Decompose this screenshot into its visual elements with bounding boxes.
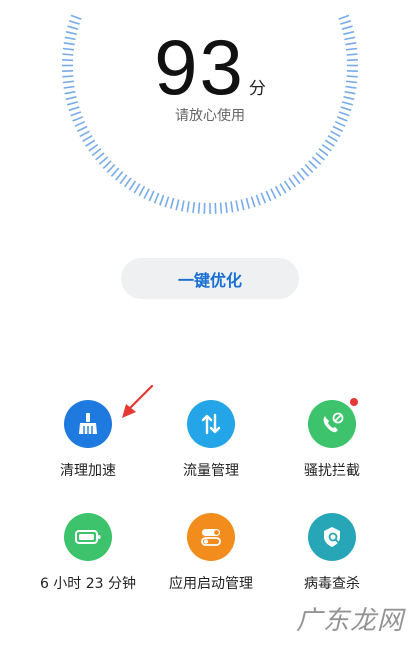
ring-tick xyxy=(274,185,282,197)
ring-tick xyxy=(88,143,99,152)
ring-tick xyxy=(148,190,155,202)
ring-tick xyxy=(235,200,239,212)
ring-tick xyxy=(119,174,128,185)
ring-tick xyxy=(164,196,170,208)
ring-tick xyxy=(327,135,338,142)
ring-tick xyxy=(82,135,93,142)
ring-tick xyxy=(95,152,105,161)
ring-tick xyxy=(296,171,305,181)
ring-tick xyxy=(240,199,245,211)
ring-tick xyxy=(79,130,90,138)
ring-tick xyxy=(159,194,165,206)
ring-tick xyxy=(279,183,287,194)
ring-tick xyxy=(76,125,88,133)
ring-tick xyxy=(124,177,132,188)
tool-battery[interactable]: 6 小时 23 分钟 xyxy=(18,513,158,593)
ring-tick xyxy=(110,167,120,177)
tool-virus-scan[interactable]: 病毒查杀 xyxy=(262,513,402,593)
ring-tick xyxy=(91,148,102,157)
ring-tick xyxy=(106,163,116,174)
score-status: 请放心使用 xyxy=(175,108,245,124)
score-unit: 分 xyxy=(248,79,266,99)
ring-tick xyxy=(250,196,256,208)
battery-icon xyxy=(64,513,112,561)
ring-tick xyxy=(300,167,310,177)
ring-tick xyxy=(138,185,146,197)
ring-tick xyxy=(265,190,272,202)
red-arrow-icon xyxy=(122,384,154,418)
ring-tick xyxy=(308,160,318,169)
ring-tick xyxy=(133,183,141,194)
ring-tick xyxy=(260,192,267,204)
ring-tick xyxy=(197,202,201,214)
ring-tick xyxy=(169,197,175,209)
tool-harassment-block[interactable]: 骚扰拦截 xyxy=(262,398,402,480)
tool-data-management[interactable]: 流量管理 xyxy=(141,400,281,480)
tool-label: 清理加速 xyxy=(60,463,116,479)
ring-tick xyxy=(330,130,341,138)
ring-tick xyxy=(332,125,344,133)
ring-tick xyxy=(338,14,350,20)
ring-tick xyxy=(224,202,228,214)
data-arrows-icon xyxy=(187,400,235,448)
ring-tick xyxy=(292,174,301,185)
ring-tick xyxy=(219,202,223,214)
ring-tick xyxy=(304,163,314,174)
ring-tick xyxy=(186,201,190,213)
ring-tick xyxy=(288,177,296,188)
tool-label: 病毒查杀 xyxy=(304,576,360,592)
ring-tick xyxy=(318,148,329,157)
ring-tick xyxy=(324,139,335,147)
ring-tick xyxy=(153,192,160,204)
ring-tick xyxy=(98,156,109,165)
ring-tick xyxy=(181,200,185,212)
tool-label: 6 小时 23 分钟 xyxy=(39,576,137,592)
optimize-button[interactable]: 一键优化 xyxy=(121,258,299,299)
tool-label: 骚扰拦截 xyxy=(304,463,360,479)
tool-label: 流量管理 xyxy=(183,463,239,479)
broom-icon xyxy=(64,400,112,448)
ring-tick xyxy=(321,143,332,152)
ring-tick xyxy=(115,171,124,181)
watermark: 广东龙网 xyxy=(295,606,404,636)
ring-tick xyxy=(315,152,325,161)
score-value: 93 xyxy=(154,23,245,111)
ring-tick xyxy=(255,194,261,206)
score-display: 93 分 xyxy=(0,22,420,113)
ring-tick xyxy=(175,199,180,211)
ring-tick xyxy=(245,197,251,209)
virus-scan-icon xyxy=(308,513,356,561)
ring-tick xyxy=(192,202,196,214)
ring-tick xyxy=(143,188,150,199)
app-launch-toggle-icon xyxy=(187,513,235,561)
tool-app-launch-management[interactable]: 应用启动管理 xyxy=(141,513,281,593)
notification-badge xyxy=(350,398,358,406)
phone-block-icon xyxy=(308,398,358,448)
ring-tick xyxy=(85,139,96,147)
ring-tick xyxy=(270,188,277,199)
tool-label: 应用启动管理 xyxy=(169,576,253,592)
ring-tick xyxy=(128,180,137,191)
ring-tick xyxy=(102,160,112,169)
ring-tick xyxy=(283,180,292,191)
ring-tick xyxy=(311,156,322,165)
ring-tick xyxy=(230,201,234,213)
ring-tick xyxy=(70,14,82,20)
